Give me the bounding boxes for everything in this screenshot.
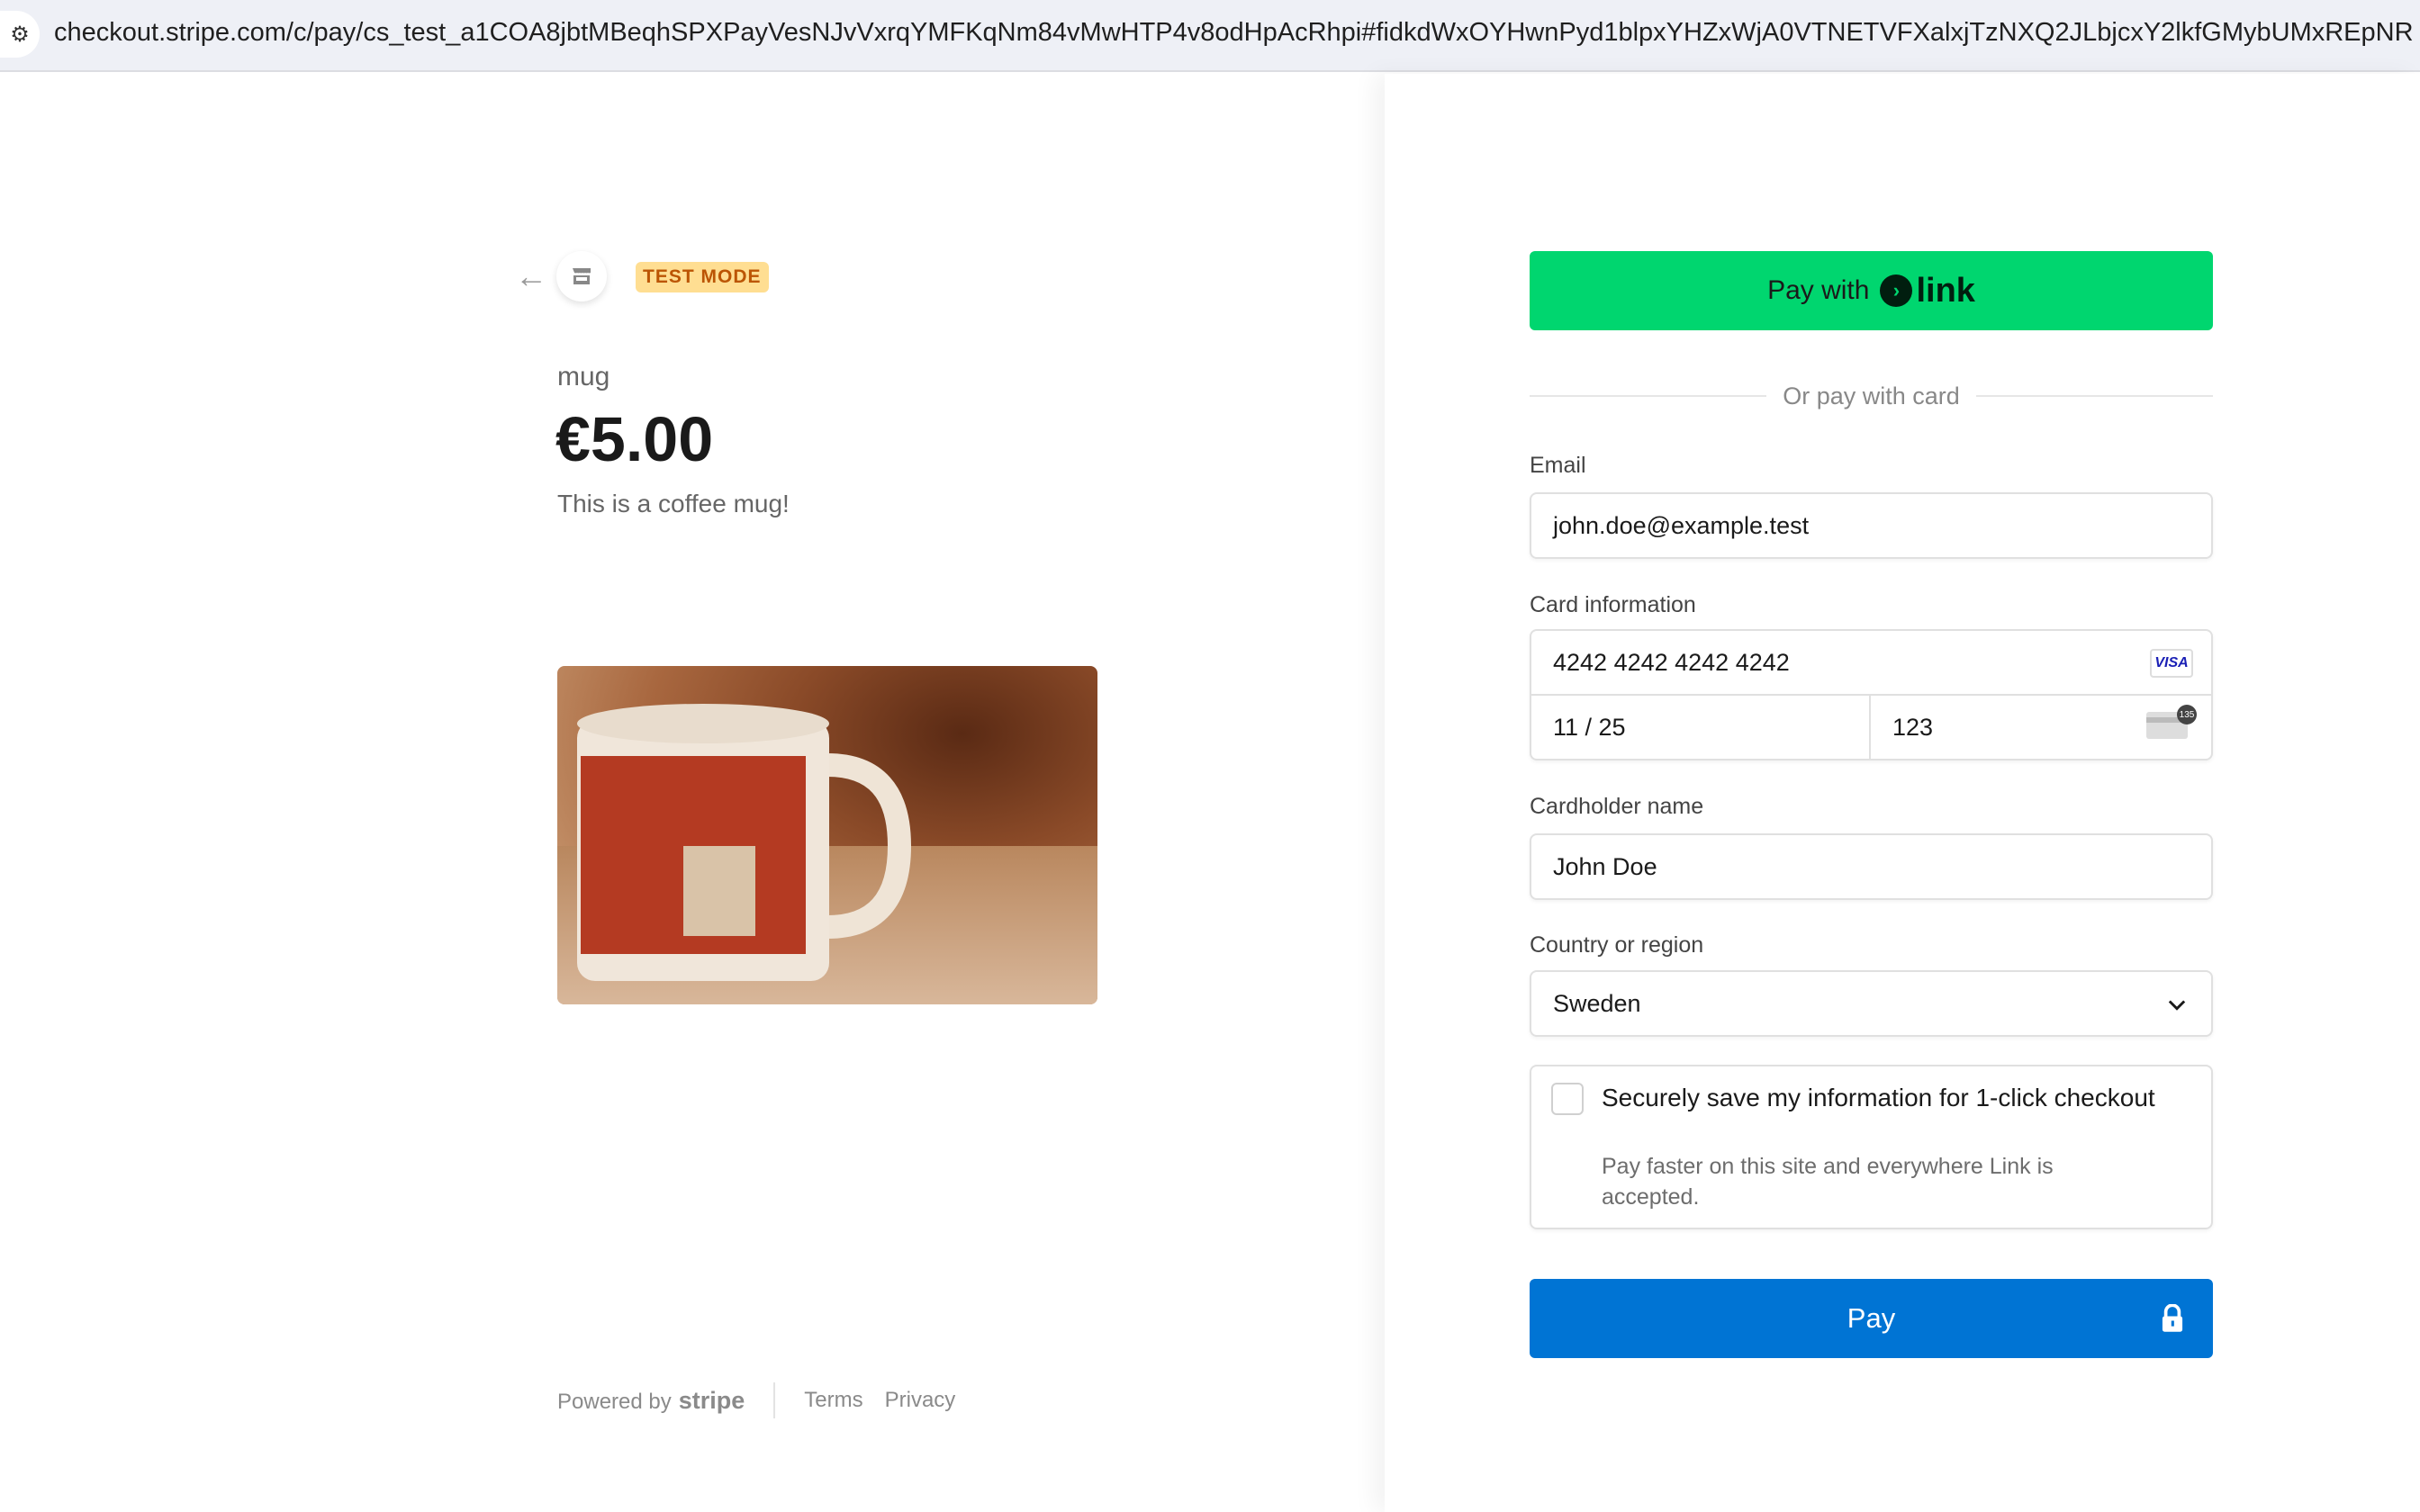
card-info-group: 4242 4242 4242 4242 VISA 11 / 25 123 135 bbox=[1530, 629, 2213, 760]
cvc-card-icon: 135 bbox=[2146, 705, 2197, 739]
powered-by-label[interactable]: Powered by stripe bbox=[557, 1387, 745, 1415]
product-description: This is a coffee mug! bbox=[557, 490, 790, 518]
country-label: Country or region bbox=[1530, 932, 1704, 958]
url-text[interactable]: checkout.stripe.com/c/pay/cs_test_a1COA8… bbox=[54, 18, 2414, 48]
powered-by-text: Powered by bbox=[557, 1389, 672, 1414]
link-arrow-icon: › bbox=[1880, 274, 1913, 307]
lock-icon bbox=[2162, 1304, 2183, 1332]
save-info-checkbox[interactable] bbox=[1551, 1083, 1584, 1115]
save-info-title: Securely save my information for 1-click… bbox=[1602, 1084, 2155, 1112]
cvc-value: 123 bbox=[1892, 713, 1934, 741]
divider-text: Or pay with card bbox=[1783, 382, 1960, 410]
card-info-label: Card information bbox=[1530, 592, 1696, 617]
card-number-value: 4242 4242 4242 4242 bbox=[1553, 648, 1790, 676]
cardholder-input[interactable]: John Doe bbox=[1530, 833, 2213, 900]
terms-link[interactable]: Terms bbox=[804, 1388, 862, 1413]
link-button-prefix: Pay with bbox=[1767, 275, 1870, 305]
product-price: €5.00 bbox=[555, 404, 714, 474]
expiry-input[interactable]: 11 / 25 bbox=[1531, 696, 1871, 759]
store-icon[interactable] bbox=[556, 251, 607, 302]
link-logo: link bbox=[1916, 271, 1975, 310]
cvc-input[interactable]: 123 135 bbox=[1871, 696, 2211, 759]
site-settings-icon[interactable]: ⚙ bbox=[0, 11, 40, 58]
back-arrow-icon[interactable]: ← bbox=[515, 257, 547, 295]
footer-separator bbox=[773, 1382, 776, 1418]
test-mode-badge: TEST MODE bbox=[636, 262, 769, 292]
stripe-logo: stripe bbox=[678, 1386, 745, 1414]
save-info-subtitle: Pay faster on this site and everywhere L… bbox=[1602, 1154, 2054, 1210]
product-name: mug bbox=[557, 362, 610, 392]
pay-button[interactable]: Pay bbox=[1530, 1279, 2213, 1358]
visa-icon: VISA bbox=[2150, 649, 2193, 678]
country-value: Sweden bbox=[1553, 989, 1641, 1017]
product-image bbox=[557, 666, 1097, 1004]
pay-button-label: Pay bbox=[1847, 1302, 1896, 1334]
or-divider: Or pay with card bbox=[1530, 382, 2214, 410]
cvc-hint: 135 bbox=[2177, 705, 2197, 724]
country-select[interactable]: Sweden bbox=[1530, 970, 2213, 1037]
chevron-down-icon bbox=[2168, 1000, 2186, 1011]
pay-with-link-button[interactable]: Pay with › link bbox=[1530, 251, 2213, 330]
save-info-box: Securely save my information for 1-click… bbox=[1530, 1065, 2213, 1229]
cardholder-label: Cardholder name bbox=[1530, 794, 1704, 819]
email-input[interactable]: john.doe@example.test bbox=[1530, 492, 2213, 559]
email-label: Email bbox=[1530, 453, 1586, 478]
privacy-link[interactable]: Privacy bbox=[885, 1388, 956, 1413]
address-bar[interactable]: ⚙ checkout.stripe.com/c/pay/cs_test_a1CO… bbox=[0, 0, 2420, 72]
footer: Powered by stripe Terms Privacy bbox=[557, 1382, 955, 1418]
card-number-input[interactable]: 4242 4242 4242 4242 VISA bbox=[1531, 631, 2211, 696]
